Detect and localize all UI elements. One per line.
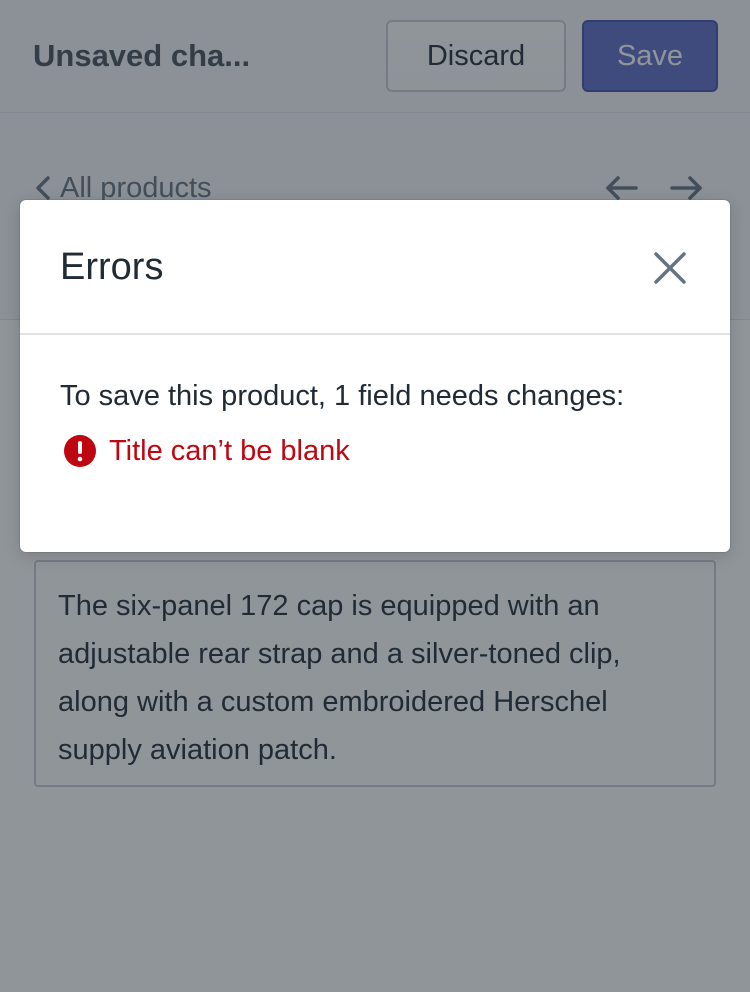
error-text: Title can’t be blank [109, 435, 350, 467]
modal-body: To save this product, 1 field needs chan… [60, 375, 710, 472]
modal-header: Errors [20, 200, 730, 335]
errors-modal: Errors To save this product, 1 field nee… [20, 200, 730, 552]
close-icon[interactable] [648, 246, 692, 290]
modal-title: Errors [60, 246, 164, 288]
alert-circle-icon [64, 435, 96, 467]
error-list-item[interactable]: Title can’t be blank [60, 430, 710, 472]
error-summary: To save this product, 1 field needs chan… [60, 380, 625, 412]
